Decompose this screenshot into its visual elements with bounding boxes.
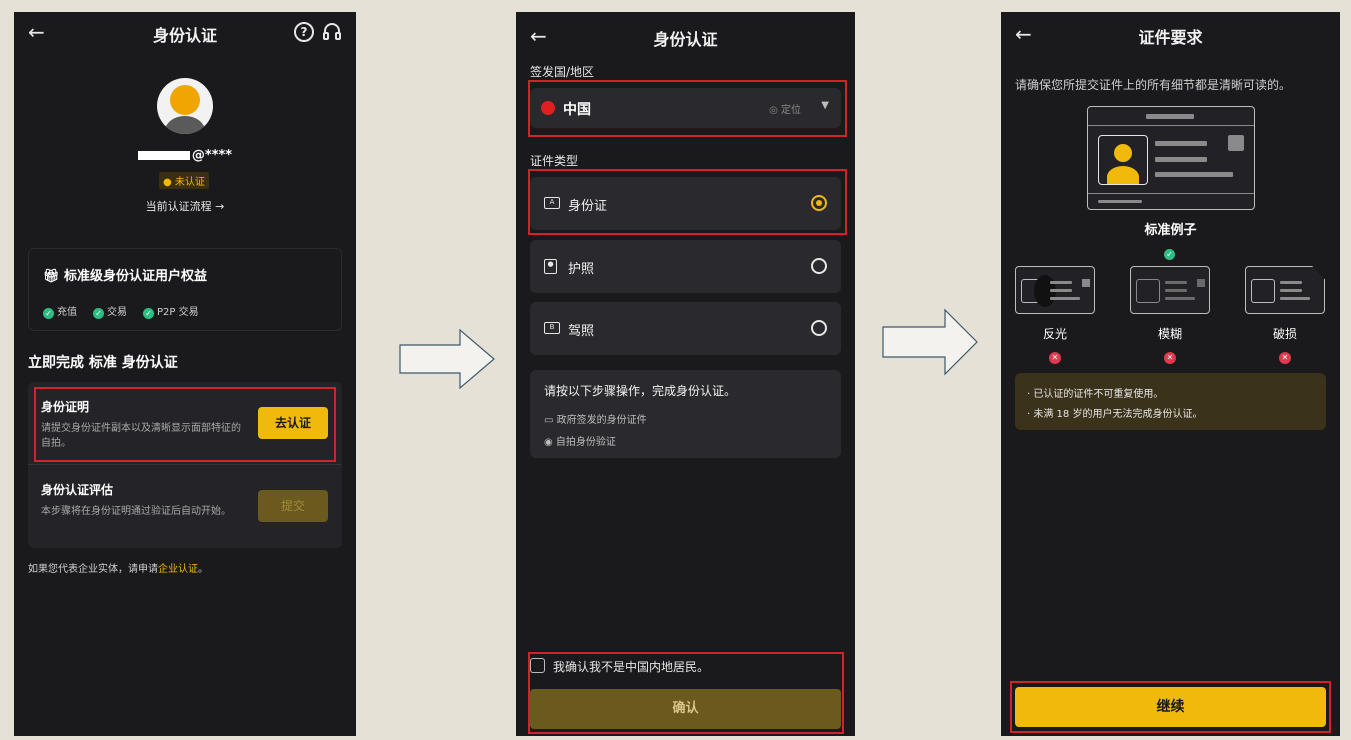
- notice-box: · 已认证的证件不可重复使用。 · 未满 18 岁的用户无法完成身份认证。: [1015, 373, 1326, 430]
- highlight-box: [1010, 681, 1331, 733]
- identity-verification-form-screen: ← 身份认证 签发国/地区 中国 ◎ 定位 ▼ 证件类型 A 身份证 ● 护照 …: [516, 12, 855, 736]
- user-email: @****: [14, 148, 356, 163]
- selfie-face-icon: ◉: [544, 437, 553, 448]
- step-item: ◉ 自拍身份验证: [544, 437, 616, 448]
- identity-verification-screen: ← 身份认证 ? @**** ● 未认证 当前认证流程 → 🎁︎ 标准级身份认证…: [14, 12, 356, 736]
- benefits-title-label: 标准级身份认证用户权益: [64, 269, 208, 284]
- avatar: [157, 78, 213, 134]
- passport-icon: ●: [544, 259, 557, 274]
- top-bar: ← 身份认证 ?: [14, 20, 356, 50]
- doc-option-label: 驾照: [568, 324, 595, 339]
- country-label: 签发国/地区: [530, 65, 595, 79]
- portrait-icon: [1136, 279, 1160, 303]
- error-x-icon: ✕: [1164, 345, 1176, 364]
- benefit-item: ✓ 充值: [43, 303, 77, 319]
- driver-license-icon: B: [544, 322, 560, 334]
- headset-icon[interactable]: [322, 22, 342, 42]
- damaged-example-card: [1245, 266, 1325, 314]
- enterprise-verification-link[interactable]: 企业认证: [158, 564, 198, 575]
- check-icon: ✓: [43, 308, 54, 319]
- submit-button-disabled: 提交: [258, 490, 328, 522]
- step-title: 身份认证评估: [41, 483, 114, 497]
- highlight-box: [528, 80, 847, 137]
- steps-info-card: 请按以下步骤操作，完成身份认证。 ▭ 政府签发的身份证件 ◉ 自拍身份验证: [530, 370, 841, 458]
- bad-example-label: 模糊: [1157, 327, 1182, 341]
- bad-example-label: 反光: [1042, 327, 1067, 341]
- warning-icon: ●: [163, 177, 172, 188]
- benefit-item: ✓ 交易: [93, 303, 127, 319]
- radio-unselected[interactable]: [811, 320, 827, 336]
- redaction-mark: [137, 151, 190, 160]
- highlight-box: [34, 387, 336, 462]
- enterprise-note: 如果您代表企业实体，请申请企业认证。: [28, 564, 208, 575]
- enterprise-note-text: 如果您代表企业实体，请申请: [28, 564, 158, 575]
- section-title: 立即完成 标准 身份认证: [28, 355, 178, 371]
- doc-option-passport[interactable]: ● 护照: [530, 240, 841, 293]
- doc-type-label: 证件类型: [530, 154, 579, 168]
- notice-item: · 已认证的证件不可重复使用。: [1027, 389, 1164, 400]
- top-bar: ← 身份认证: [516, 24, 855, 54]
- email-suffix: @****: [191, 148, 233, 163]
- notice-item: · 未满 18 岁的用户无法完成身份认证。: [1027, 409, 1203, 420]
- check-icon: ✓: [1164, 241, 1178, 260]
- doc-option-driver-license[interactable]: B 驾照: [530, 302, 841, 355]
- blurry-example-card: [1130, 266, 1210, 314]
- gift-icon: 🎁︎: [43, 269, 60, 284]
- help-icon[interactable]: ?: [294, 22, 314, 42]
- benefits-card: 🎁︎ 标准级身份认证用户权益 ✓ 充值 ✓ 交易 ✓ P2P 交易: [28, 248, 342, 331]
- intro-text: 请确保您所提交证件上的所有细节都是清晰可读的。: [1015, 78, 1292, 92]
- check-icon: ✓: [93, 308, 104, 319]
- portrait-icon: [1251, 279, 1275, 303]
- flow-arrow-icon: [399, 328, 495, 390]
- error-x-icon: ✕: [1279, 345, 1291, 364]
- step-item: ▭ 政府签发的身份证件: [544, 415, 647, 426]
- error-x-icon: ✕: [1049, 345, 1061, 364]
- top-icons: ?: [294, 22, 342, 42]
- glare-example-card: [1015, 266, 1095, 314]
- doc-option-label: 护照: [568, 262, 595, 277]
- page-title: 身份认证: [653, 30, 718, 49]
- top-bar: ← 证件要求: [1001, 22, 1340, 52]
- highlight-box: [528, 169, 847, 235]
- check-icon: ✓: [143, 308, 154, 319]
- step-assessment: 身份认证评估 本步骤将在身份证明通过验证后自动开始。: [41, 481, 241, 519]
- portrait-icon: [1098, 135, 1148, 185]
- benefits-list: ✓ 充值 ✓ 交易 ✓ P2P 交易: [43, 303, 199, 319]
- status-badge: ● 未认证: [159, 172, 209, 189]
- id-card-icon: ▭: [544, 415, 554, 426]
- benefit-item: ✓ P2P 交易: [143, 303, 199, 319]
- flow-arrow-icon: [882, 308, 978, 376]
- step-description: 本步骤将在身份证明通过验证后自动开始。: [41, 506, 231, 517]
- benefits-title: 🎁︎ 标准级身份认证用户权益: [43, 265, 207, 284]
- radio-unselected[interactable]: [811, 258, 827, 274]
- standard-example-label: 标准例子: [1144, 223, 1197, 238]
- divider: [28, 464, 342, 465]
- document-requirements-screen: ← 证件要求 请确保您所提交证件上的所有细节都是清晰可读的。 标准例子 ✓ 反光…: [1001, 12, 1340, 736]
- status-badge-label: 未认证: [174, 177, 205, 188]
- steps-title: 请按以下步骤操作，完成身份认证。: [544, 384, 737, 398]
- highlight-box: [528, 652, 844, 734]
- bad-example-label: 破损: [1272, 327, 1297, 341]
- current-flow-link[interactable]: 当前认证流程 →: [14, 198, 356, 214]
- page-title: 证件要求: [1138, 28, 1203, 47]
- standard-id-card-illustration: [1087, 106, 1255, 210]
